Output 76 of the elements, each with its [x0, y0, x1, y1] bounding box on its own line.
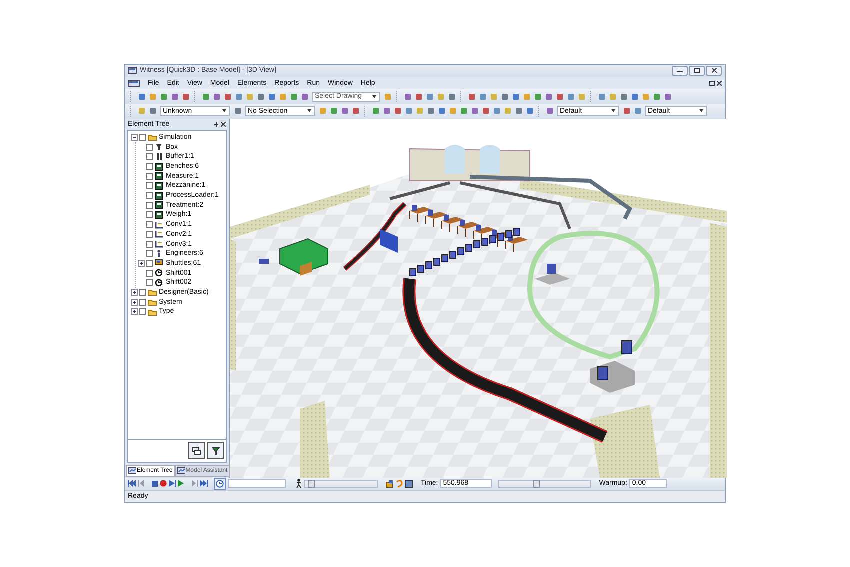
caret-icon	[699, 109, 704, 114]
checkbox[interactable]	[146, 163, 153, 170]
conveyor-icon	[155, 220, 164, 229]
checkbox[interactable]	[139, 288, 146, 296]
machine-icon	[155, 162, 164, 171]
checkbox[interactable]	[146, 192, 153, 200]
maximize-icon	[694, 68, 700, 74]
run-until-field[interactable]	[228, 479, 286, 488]
clock-icon	[216, 480, 224, 488]
checkbox[interactable]	[146, 279, 153, 286]
time-slider-thumb[interactable]	[532, 480, 540, 488]
expand-icon[interactable]	[131, 288, 138, 296]
document-icon	[128, 80, 140, 87]
screen-icon[interactable]	[405, 480, 413, 488]
checkbox[interactable]	[146, 202, 153, 209]
clock-button[interactable]	[214, 478, 226, 490]
expand-icon[interactable]	[131, 308, 138, 316]
close-icon	[712, 68, 716, 74]
machine-icon	[155, 172, 164, 180]
checkbox[interactable]	[139, 308, 146, 316]
expand-icon[interactable]	[131, 298, 138, 306]
collapse-icon[interactable]	[131, 134, 138, 141]
restore-icon	[709, 80, 715, 86]
stop-icon[interactable]	[152, 480, 158, 487]
checkbox[interactable]	[146, 240, 153, 248]
minimize-icon	[677, 68, 683, 73]
checkbox[interactable]	[146, 211, 153, 218]
machine-icon	[155, 201, 164, 210]
checkbox[interactable]	[146, 260, 153, 267]
filter-icon	[212, 446, 220, 455]
checkbox[interactable]	[146, 182, 153, 190]
folder-icon	[148, 133, 157, 142]
machine-icon	[155, 210, 164, 219]
close-button[interactable]	[706, 66, 722, 76]
checkbox[interactable]	[146, 221, 153, 228]
window-icon	[176, 467, 185, 474]
checkbox[interactable]	[146, 250, 153, 258]
play-icon[interactable]	[178, 480, 184, 488]
maximize-button[interactable]	[689, 66, 705, 76]
checkbox[interactable]	[146, 153, 153, 160]
windows-icon	[192, 446, 201, 455]
clock-icon	[155, 278, 164, 287]
app-window-icon	[128, 67, 137, 74]
step-forward-icon[interactable]	[192, 480, 198, 488]
checkbox[interactable]	[146, 172, 153, 180]
caret-icon	[222, 109, 227, 114]
checkbox[interactable]	[139, 298, 146, 306]
step-back-icon[interactable]	[138, 480, 144, 488]
walking-person-icon	[296, 479, 302, 488]
tree-view-button[interactable]	[188, 442, 205, 460]
step-icon[interactable]	[169, 480, 176, 488]
caret-icon	[307, 109, 312, 114]
rewind-icon[interactable]	[128, 480, 136, 488]
conveyor-icon	[155, 230, 164, 238]
checkbox[interactable]	[139, 134, 146, 141]
caret-icon	[372, 94, 377, 99]
machine-icon	[155, 192, 164, 200]
caret-icon	[611, 109, 616, 114]
expand-icon[interactable]	[138, 260, 145, 267]
window-icon	[128, 467, 136, 474]
clock-icon	[155, 269, 164, 278]
filter-button[interactable]	[207, 442, 224, 460]
checkbox[interactable]	[146, 270, 153, 277]
conveyor-icon	[155, 240, 164, 248]
close-icon	[717, 80, 722, 86]
bars-icon	[155, 152, 164, 161]
record-icon[interactable]	[160, 480, 167, 488]
checkbox[interactable]	[146, 230, 153, 238]
vehicle-icon	[155, 259, 164, 268]
machine-icon	[155, 182, 164, 190]
folder-icon[interactable]	[386, 480, 394, 488]
checkbox[interactable]	[146, 144, 153, 151]
close-icon[interactable]	[221, 122, 226, 127]
minimize-button[interactable]	[672, 66, 688, 76]
speed-slider-thumb[interactable]	[308, 480, 315, 488]
fast-forward-icon[interactable]	[200, 480, 208, 488]
